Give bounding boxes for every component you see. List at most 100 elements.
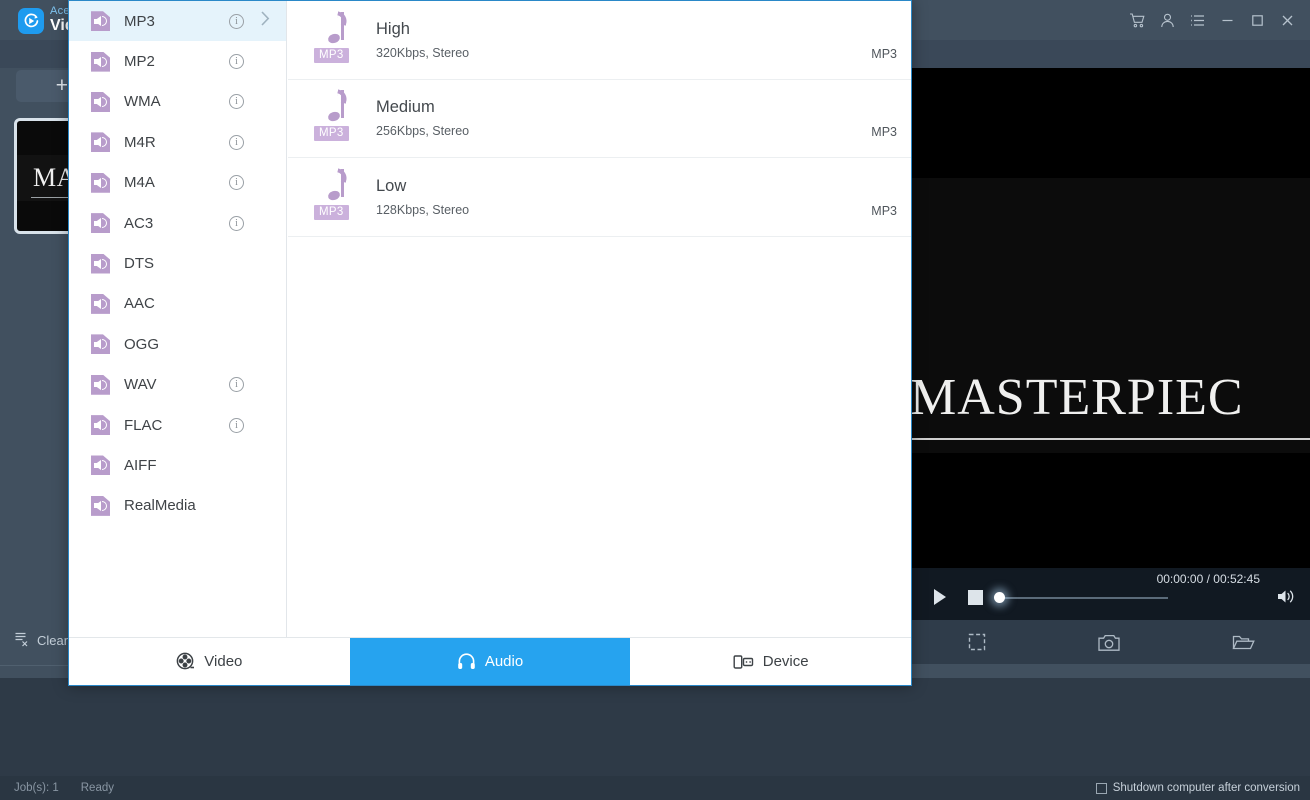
application-window: AceThinker Video Master <box>0 0 1310 800</box>
tab-label: Audio <box>485 653 523 670</box>
preset-list: MP3High320Kbps, StereoMP3MP3Medium256Kbp… <box>288 1 911 637</box>
headphones-icon <box>457 652 476 671</box>
format-item-label: MP3 <box>124 13 155 30</box>
video-preview[interactable]: MASTERPIEC <box>910 68 1310 568</box>
format-item-label: AIFF <box>124 457 157 474</box>
tab-video[interactable]: Video <box>69 638 350 685</box>
info-icon[interactable]: i <box>229 14 244 29</box>
audio-format-icon <box>91 294 110 314</box>
preset-badge: MP3 <box>314 126 349 141</box>
music-note-icon: MP3 <box>304 88 366 148</box>
preset-format-label: MP3 <box>871 204 897 218</box>
play-button[interactable] <box>934 589 946 605</box>
format-item-label: RealMedia <box>124 497 196 514</box>
info-icon[interactable]: i <box>229 94 244 109</box>
preset-item-medium[interactable]: MP3Medium256Kbps, StereoMP3 <box>288 80 911 159</box>
tab-device[interactable]: Device <box>630 638 911 685</box>
audio-format-icon <box>91 415 110 435</box>
maximize-button[interactable] <box>1242 0 1272 40</box>
audio-format-icon <box>91 52 110 72</box>
clear-list-icon <box>14 631 30 650</box>
player-controls: 00:00:00 / 00:52:45 <box>910 568 1310 620</box>
preset-item-high[interactable]: MP3 High320Kbps, Stereo MP3 <box>288 1 911 80</box>
preset-name: Low <box>376 177 469 196</box>
cart-icon[interactable] <box>1122 0 1152 40</box>
info-icon[interactable]: i <box>229 54 244 69</box>
preset-name: High <box>376 20 469 39</box>
preset-detail: 256Kbps, Stereo <box>376 124 469 138</box>
format-item-wma[interactable]: WMA i <box>69 82 286 122</box>
add-file-label: + <box>56 74 68 98</box>
format-item-label: AC3 <box>124 215 153 232</box>
audio-format-icon <box>91 254 110 274</box>
format-item-m4a[interactable]: M4Ai <box>69 163 286 203</box>
format-item-label: FLAC <box>124 417 162 434</box>
preset-text: High320Kbps, Stereo <box>366 20 469 60</box>
minimize-button[interactable] <box>1212 0 1242 40</box>
info-icon[interactable]: i <box>229 135 244 150</box>
seek-handle[interactable] <box>994 592 1005 603</box>
format-item-wav[interactable]: WAVi <box>69 365 286 405</box>
format-item-realmedia[interactable]: RealMedia <box>69 486 286 526</box>
format-item-aiff[interactable]: AIFF <box>69 445 286 485</box>
format-item-ogg[interactable]: OGG <box>69 324 286 364</box>
checkbox-box[interactable] <box>1096 783 1107 794</box>
crop-icon[interactable] <box>910 632 1043 652</box>
preset-detail: 128Kbps, Stereo <box>376 203 469 217</box>
format-item-dts[interactable]: DTS <box>69 243 286 283</box>
open-folder-icon[interactable] <box>1177 633 1310 652</box>
tab-audio[interactable]: Audio <box>350 638 631 685</box>
preset-format-label: MP3 <box>871 125 897 139</box>
playback-time: 00:00:00 / 00:52:45 <box>1157 572 1260 586</box>
status-bar: Job(s): 1 Ready Shutdown computer after … <box>0 776 1310 800</box>
audio-format-icon <box>91 173 110 193</box>
tab-label: Device <box>763 653 809 670</box>
format-item-label: M4R <box>124 134 156 151</box>
snapshot-camera-icon[interactable] <box>1043 633 1176 652</box>
chevron-right-icon[interactable] <box>260 10 271 32</box>
format-item-flac[interactable]: FLAC i <box>69 405 286 445</box>
format-item-label: AAC <box>124 295 155 312</box>
format-item-mp2[interactable]: MP2 i <box>69 41 286 81</box>
audio-format-icon <box>91 375 110 395</box>
window-controls <box>1122 0 1302 40</box>
info-icon[interactable]: i <box>229 216 244 231</box>
app-logo-icon <box>18 8 44 34</box>
preview-video-title: MASTERPIEC <box>910 368 1310 427</box>
category-tab-bar: Video Audio Device <box>69 637 911 685</box>
format-item-mp3[interactable]: MP3 i <box>69 1 286 41</box>
preset-badge: MP3 <box>314 205 349 220</box>
shutdown-after-conversion-checkbox[interactable]: Shutdown computer after conversion <box>1096 782 1300 794</box>
audio-format-icon <box>91 92 110 112</box>
tab-label: Video <box>204 653 242 670</box>
music-note-icon: MP3 <box>304 167 366 227</box>
format-selection-popup: MP3iMP2iWMAiM4RiM4AiAC3iDTSAACOGGWAViFLA… <box>68 0 912 686</box>
audio-format-icon <box>91 213 110 233</box>
audio-format-icon <box>91 496 110 516</box>
preset-item-low[interactable]: MP3 Low 128Kbps, Stereo MP3 <box>288 158 911 237</box>
format-list: MP3iMP2iWMAiM4RiM4AiAC3iDTSAACOGGWAViFLA… <box>69 1 287 637</box>
info-icon[interactable]: i <box>229 377 244 392</box>
audio-format-icon <box>91 334 110 354</box>
menu-icon[interactable] <box>1182 0 1212 40</box>
format-item-aac[interactable]: AAC <box>69 284 286 324</box>
volume-icon[interactable] <box>1277 588 1296 608</box>
seek-bar[interactable] <box>998 597 1168 599</box>
film-reel-icon <box>176 652 195 671</box>
account-icon[interactable] <box>1152 0 1182 40</box>
preset-format-label: MP3 <box>871 47 897 61</box>
preset-badge: MP3 <box>314 48 349 63</box>
preview-title-rule <box>912 438 1310 440</box>
audio-format-icon <box>91 132 110 152</box>
close-button[interactable] <box>1272 0 1302 40</box>
format-item-m4r[interactable]: M4R i <box>69 122 286 162</box>
shutdown-label: Shutdown computer after conversion <box>1113 782 1300 794</box>
info-icon[interactable]: i <box>229 175 244 190</box>
format-item-label: DTS <box>124 255 154 272</box>
format-item-label: MP2 <box>124 53 155 70</box>
bottom-bar: Profile: MP4 - Same as source (H.264; AA… <box>0 678 1310 800</box>
format-item-label: WMA <box>124 93 161 110</box>
stop-button[interactable] <box>968 590 983 605</box>
format-item-ac3[interactable]: AC3 i <box>69 203 286 243</box>
info-icon[interactable]: i <box>229 418 244 433</box>
